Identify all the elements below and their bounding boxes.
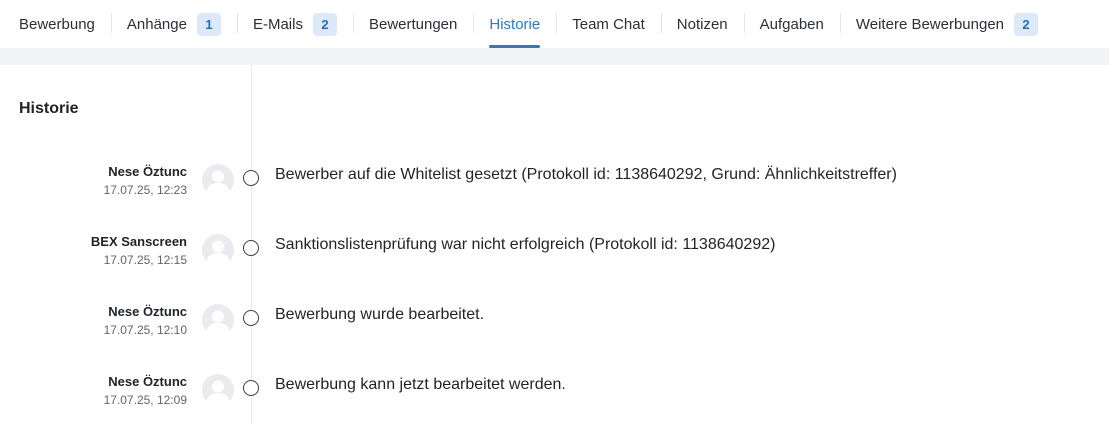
tab-aufgaben[interactable]: Aufgaben: [743, 0, 840, 48]
count-badge: 2: [1014, 12, 1039, 36]
entry-author: BEX Sanscreen: [90, 234, 187, 249]
history-entry: BEX Sanscreen 17.07.25, 12:15 Sanktionsl…: [0, 234, 1109, 274]
tab-emails[interactable]: E-Mails 2: [236, 0, 353, 48]
timeline-circle-icon: [243, 170, 259, 186]
entry-message: Sanktionslistenprüfung war nicht erfolgr…: [275, 236, 776, 253]
separator-band: [0, 48, 1109, 65]
entry-timestamp: 17.07.25, 12:09: [103, 393, 187, 407]
count-badge: 2: [312, 12, 337, 36]
tab-label: Aufgaben: [759, 15, 824, 33]
history-entry: Nese Öztunc 17.07.25, 12:23 Bewerber auf…: [0, 164, 1109, 204]
tab-label: Anhänge: [126, 15, 187, 33]
history-entry: Nese Öztunc 17.07.25, 12:09 Bewerbung ka…: [0, 374, 1109, 414]
timeline-circle-icon: [243, 310, 259, 326]
tab-label: Historie: [489, 15, 541, 33]
tab-label: Team Chat: [572, 15, 645, 33]
entry-author: Nese Öztunc: [108, 304, 187, 319]
history-entry: Nese Öztunc 17.07.25, 12:10 Bewerbung wu…: [0, 304, 1109, 344]
entry-timestamp: 17.07.25, 12:23: [103, 183, 187, 197]
tab-label: Notizen: [676, 15, 728, 33]
tab-weitere-bewerbungen[interactable]: Weitere Bewerbungen 2: [839, 0, 1054, 48]
tab-label: E-Mails: [252, 15, 303, 33]
section-title: Historie: [19, 100, 79, 117]
tab-bewertungen[interactable]: Bewertungen: [352, 0, 473, 48]
count-badge: 1: [196, 12, 221, 36]
tab-bar: Bewerbung Anhänge 1 E-Mails 2 Bewertunge…: [0, 0, 1109, 48]
tab-anhaenge[interactable]: Anhänge 1: [110, 0, 237, 48]
tab-label: Weitere Bewerbungen: [855, 15, 1005, 33]
tab-team-chat[interactable]: Team Chat: [556, 0, 661, 48]
tab-notizen[interactable]: Notizen: [660, 0, 744, 48]
entry-timestamp: 17.07.25, 12:15: [103, 253, 187, 267]
user-avatar-placeholder-icon: [202, 304, 234, 336]
tab-historie[interactable]: Historie: [473, 0, 556, 48]
timeline-circle-icon: [243, 240, 259, 256]
user-avatar-placeholder-icon: [202, 374, 234, 406]
timeline-circle-icon: [243, 380, 259, 396]
tab-bewerbung[interactable]: Bewerbung: [0, 0, 111, 48]
entry-author: Nese Öztunc: [108, 164, 187, 179]
entry-author: Nese Öztunc: [108, 374, 187, 389]
entry-message: Bewerber auf die Whitelist gesetzt (Prot…: [275, 166, 897, 183]
user-avatar-placeholder-icon: [202, 234, 234, 266]
tab-label: Bewertungen: [368, 15, 458, 33]
tab-label: Bewerbung: [19, 15, 95, 33]
history-panel: Historie Nese Öztunc 17.07.25, 12:23 Bew…: [0, 65, 1109, 425]
user-avatar-placeholder-icon: [202, 164, 234, 196]
entry-message: Bewerbung kann jetzt bearbeitet werden.: [275, 376, 566, 393]
entry-message: Bewerbung wurde bearbeitet.: [275, 306, 485, 323]
entry-timestamp: 17.07.25, 12:10: [103, 323, 187, 337]
